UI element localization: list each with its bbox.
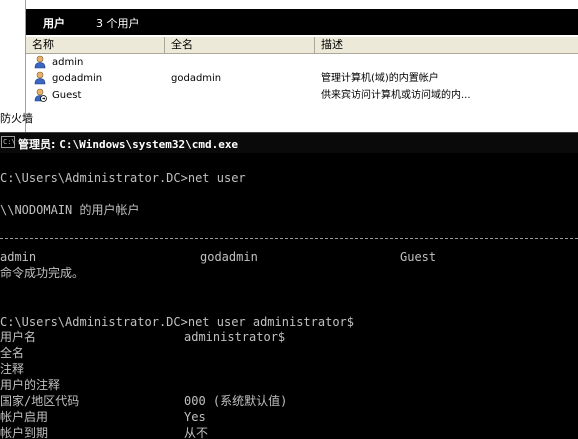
column-header-description[interactable]: 描述 [315,37,578,53]
user-row-godadmin[interactable]: godadmin godadmin 管理计算机(域)的内置帐户 [26,70,578,87]
detail-label: 全名 [0,346,25,360]
column-header-full-name[interactable]: 全名 [165,37,315,53]
local-users-pane: 防火墙 用户 3 个用户 名称 全名 描述 admin godadmin god… [0,0,578,132]
console-prompt-line: C:\Users\Administrator.DC>net user admin… [0,315,355,329]
account-item: godadmin [200,250,258,264]
users-header-title: 用户 [43,17,65,30]
account-item: Guest [400,250,437,264]
user-row-guest[interactable]: Guest 供来宾访问计算机或访问域的内... [26,87,578,104]
users-count: 3 个用户 [96,17,140,30]
user-name: admin [52,57,84,68]
cmd-icon[interactable]: C:\ [1,136,16,148]
detail-label: 国家/地区代码 [0,394,80,408]
console-prompt-line: C:\Users\Administrator.DC>net user [0,171,246,185]
title-path: C:\Windows\system32\cmd.exe [59,138,239,151]
column-header-name[interactable]: 名称 [26,37,165,53]
detail-label: 帐户启用 [0,410,49,424]
detail-label: 帐户到期 [0,426,49,439]
user-icon [34,71,46,85]
disabled-user-icon [34,88,47,102]
account-item: admin [0,250,37,264]
detail-value: 从不 [184,426,209,439]
console-output[interactable]: C:\Users\Administrator.DC>net user \\NOD… [0,153,578,439]
detail-value: Yes [184,410,206,424]
success-message: 命令成功完成。 [0,266,85,280]
console-tree-pane: 防火墙 [0,0,33,132]
user-description: 供来宾访问计算机或访问域的内... [321,90,471,101]
title-prefix: 管理员: [18,138,56,151]
user-full-name: godadmin [171,73,222,84]
detail-label: 用户的注释 [0,378,61,392]
user-icon [34,55,46,69]
user-row-admin[interactable]: admin [26,54,578,71]
detail-label: 用户名 [0,330,37,344]
users-header-bar: 用户 3 个用户 [26,9,578,35]
tree-item-firewall[interactable]: 防火墙 [0,110,33,126]
detail-label: 注释 [0,362,25,376]
detail-value: administrator$ [184,330,286,344]
user-description: 管理计算机(域)的内置帐户 [321,73,439,84]
list-column-headers: 名称 全名 描述 [26,37,578,54]
separator-line [0,238,578,239]
console-title-bar[interactable]: C:\ 管理员: C:\Windows\system32\cmd.exe [0,132,578,153]
accounts-header-line: \\NODOMAIN 的用户帐户 [0,203,140,217]
detail-value: 000 (系统默认值) [184,394,288,408]
user-name: godadmin [52,73,103,84]
user-name: Guest [52,90,82,101]
window-title: 管理员: C:\Windows\system32\cmd.exe [18,136,238,152]
